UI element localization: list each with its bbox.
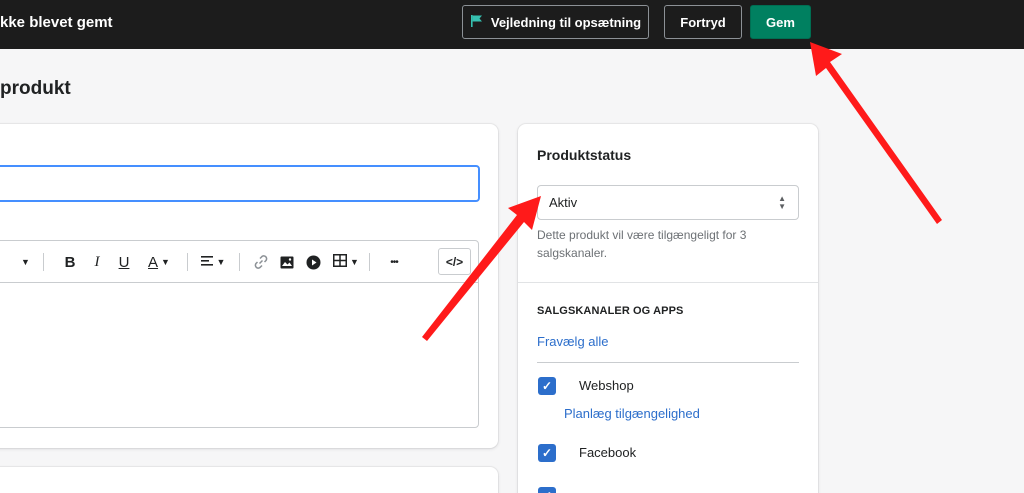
page-title: produkt: [0, 78, 71, 99]
toolbar-divider: [369, 253, 370, 271]
save-button[interactable]: Gem: [750, 5, 811, 39]
product-title-input[interactable]: [0, 165, 480, 202]
align-left-icon: [200, 254, 214, 271]
align-button[interactable]: ▼: [198, 251, 228, 273]
toolbar-divider: [239, 253, 240, 271]
table-button[interactable]: ▼: [331, 251, 361, 273]
channels-divider: [537, 362, 799, 363]
video-icon[interactable]: [305, 251, 321, 273]
deselect-all-link[interactable]: Fravælg alle: [537, 334, 609, 349]
more-options-button[interactable]: •••: [383, 251, 405, 273]
schedule-availability-link[interactable]: Planlæg tilgængelighed: [564, 406, 700, 421]
section-divider: [518, 282, 818, 283]
webshop-checkbox[interactable]: ✓: [538, 377, 556, 395]
underline-button[interactable]: U: [117, 251, 131, 273]
setup-guide-label: Vejledning til opsætning: [490, 14, 642, 30]
product-status-help-text: Dette produkt vil være tilgængeligt for …: [537, 228, 747, 260]
setup-guide-button[interactable]: Vejledning til opsætning: [462, 5, 649, 39]
product-status-select[interactable]: Aktiv ▲ ▼: [537, 185, 799, 220]
facebook-checkbox[interactable]: ✓: [538, 444, 556, 462]
show-html-button[interactable]: </>: [438, 248, 471, 275]
text-color-button[interactable]: A ▼: [145, 251, 173, 273]
toolbar-divider: [187, 253, 188, 271]
checkmark-icon: ✓: [541, 379, 553, 393]
chevron-down-icon: ▼: [216, 257, 226, 267]
link-icon[interactable]: [253, 251, 269, 273]
bold-button[interactable]: B: [63, 251, 77, 273]
checkmark-icon: ✓: [542, 489, 552, 493]
format-dropdown-chevron-icon[interactable]: ▼: [21, 251, 30, 273]
webshop-channel-label: Webshop: [579, 378, 634, 393]
flag-icon: [470, 14, 484, 31]
undo-button[interactable]: Fortryd: [664, 5, 742, 39]
save-status-message: kke blevet gemt: [0, 14, 113, 31]
italic-button[interactable]: I: [91, 251, 103, 273]
chevron-down-icon: ▼: [350, 257, 359, 267]
select-arrows-icon: ▲ ▼: [778, 194, 786, 211]
product-status-heading: Produktstatus: [537, 147, 632, 163]
text-color-icon: A: [148, 253, 159, 271]
description-editor[interactable]: ▼ B I U A ▼ ▼ ▼ ••• </>: [0, 240, 479, 428]
sales-channels-heading: SALGSKANALER OG APPS: [537, 305, 684, 317]
table-icon: [333, 253, 348, 271]
checkmark-icon: ✓: [541, 446, 553, 460]
editor-toolbar: ▼ B I U A ▼ ▼ ▼ ••• </>: [0, 241, 478, 283]
image-icon[interactable]: [279, 251, 295, 273]
product-status-card: Produktstatus Aktiv ▲ ▼ Dette produkt vil…: [518, 124, 818, 493]
arrow-to-save-button: [810, 42, 942, 224]
product-status-value: Aktiv: [549, 195, 578, 210]
media-card: [0, 467, 498, 493]
top-bar: kke blevet gemt Vejledning til opsætning…: [0, 0, 1024, 49]
toolbar-divider: [43, 253, 44, 271]
facebook-channel-label: Facebook: [579, 445, 637, 460]
third-channel-checkbox[interactable]: ✓: [538, 487, 556, 493]
chevron-down-icon: ▼: [161, 257, 170, 267]
